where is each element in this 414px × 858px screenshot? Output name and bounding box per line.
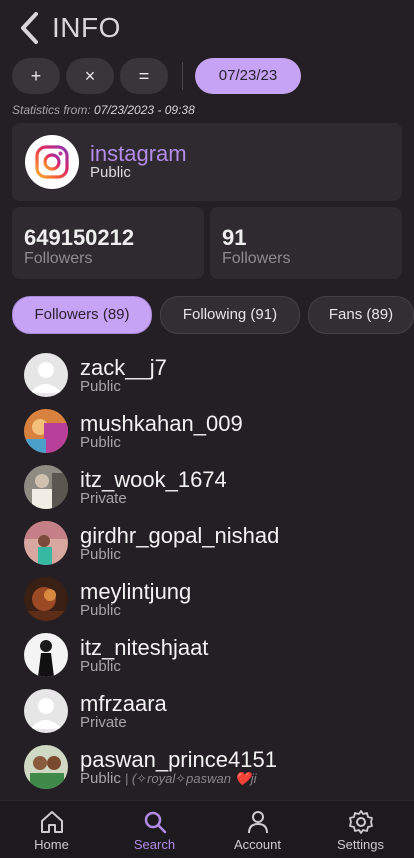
list-item[interactable]: zack__j7 Public <box>0 345 414 401</box>
list-item[interactable]: meylintjung Public <box>0 569 414 625</box>
bottom-nav: Home Search Account Settings <box>0 800 414 858</box>
gear-icon <box>349 810 373 834</box>
instagram-icon <box>25 135 79 189</box>
nav-settings-label: Settings <box>337 837 384 852</box>
tab-following[interactable]: Following (91) <box>160 296 300 334</box>
nav-search[interactable]: Search <box>103 801 206 858</box>
avatar-placeholder <box>24 353 68 397</box>
stat-number: 649150212 <box>24 225 135 250</box>
header: INFO <box>0 0 414 56</box>
tab-followers[interactable]: Followers (89) <box>12 296 152 334</box>
nav-account-label: Account <box>234 837 281 852</box>
toolbar: + × = 07/23/23 <box>12 58 404 94</box>
tab-bar: Followers (89) Following (91) Fans (89) <box>12 296 414 334</box>
nav-account[interactable]: Account <box>206 801 309 858</box>
nav-settings[interactable]: Settings <box>309 801 412 858</box>
date-selector-button[interactable]: 07/23/23 <box>195 58 301 94</box>
stat-number: 91 <box>222 225 247 250</box>
statistics-prefix: Statistics from: <box>12 103 95 117</box>
nav-home-label: Home <box>34 837 69 852</box>
list-item[interactable]: mushkahan_009 Public <box>0 401 414 457</box>
stat-label: Followers <box>24 250 93 267</box>
user-bio: | (✧royal✧paswan ❤️ji <box>124 771 257 786</box>
list-item[interactable]: itz_wook_1674 Private <box>0 457 414 513</box>
user-visibility: Private <box>80 490 127 507</box>
avatar <box>24 633 68 677</box>
list-item[interactable]: itz_niteshjaat Public <box>0 625 414 681</box>
stat-card: 91 Followers <box>210 207 402 279</box>
list-item[interactable]: mfrzaara Private <box>0 681 414 737</box>
user-visibility: Public | (✧royal✧paswan ❤️ji <box>80 770 257 787</box>
account-visibility: Public <box>90 164 131 181</box>
multiply-button[interactable]: × <box>66 58 114 94</box>
account-icon <box>248 811 268 834</box>
back-button[interactable] <box>16 10 46 46</box>
home-icon <box>41 811 63 833</box>
account-card[interactable]: instagram Public <box>12 123 402 201</box>
equals-button[interactable]: = <box>120 58 168 94</box>
add-button[interactable]: + <box>12 58 60 94</box>
user-visibility-label: Public <box>80 770 121 787</box>
user-visibility: Private <box>80 714 127 731</box>
tab-fans[interactable]: Fans (89) <box>308 296 414 334</box>
list-item[interactable]: girdhr_gopal_nishad Public <box>0 513 414 569</box>
list-item[interactable]: paswan_prince4151 Public | (✧royal✧paswan… <box>0 737 414 793</box>
user-visibility: Public <box>80 658 121 675</box>
toolbar-divider <box>182 62 183 90</box>
user-visibility: Public <box>80 602 121 619</box>
statistics-timestamp: Statistics from: 07/23/2023 - 09:38 <box>12 103 195 117</box>
nav-home[interactable]: Home <box>0 801 103 858</box>
user-visibility: Public <box>80 378 121 395</box>
avatar <box>24 465 68 509</box>
nav-search-label: Search <box>133 837 176 852</box>
search-icon <box>144 811 167 834</box>
stat-card: 649150212 Followers <box>12 207 204 279</box>
avatar <box>24 577 68 621</box>
avatar <box>24 409 68 453</box>
avatar <box>24 745 68 789</box>
stat-label: Followers <box>222 250 291 267</box>
statistics-date: 07/23/2023 - 09:38 <box>94 103 195 117</box>
chevron-left-icon <box>21 12 38 44</box>
avatar-placeholder <box>24 689 68 733</box>
user-visibility: Public <box>80 434 121 451</box>
user-visibility: Public <box>80 546 121 563</box>
avatar <box>24 521 68 565</box>
page-title: INFO <box>52 12 121 43</box>
